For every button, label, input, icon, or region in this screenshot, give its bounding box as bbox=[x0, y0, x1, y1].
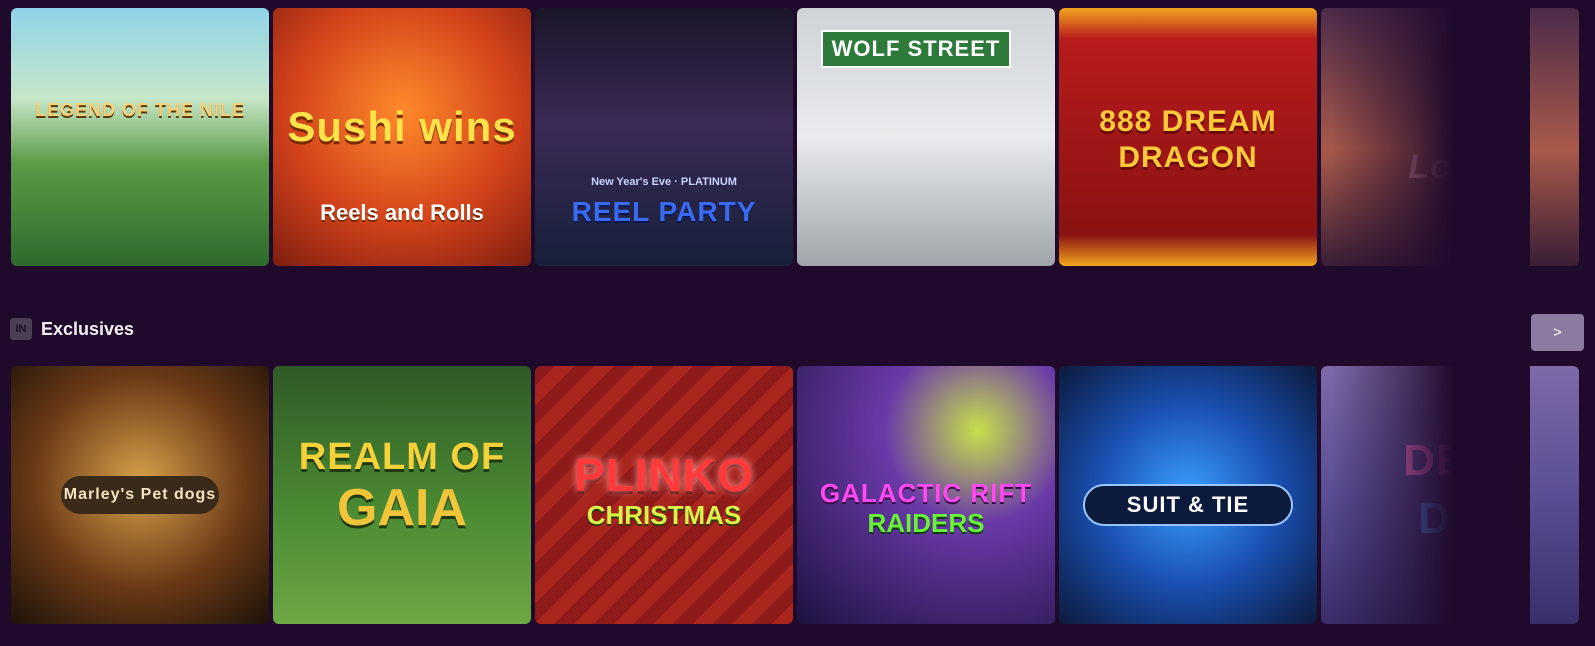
game-tile[interactable]: DEE DA bbox=[1321, 366, 1579, 624]
carousel-prev-button[interactable]: < bbox=[1468, 314, 1521, 351]
game-tile[interactable]: GALACTIC RIFT RAIDERS bbox=[797, 366, 1055, 624]
section-header: IN Exclusives bbox=[10, 318, 134, 340]
game-row-exclusives: Marley's Pet dogs REALM OF GAIA PLINKO C… bbox=[11, 366, 1579, 624]
game-tile[interactable]: Sushi wins Reels and Rolls bbox=[273, 8, 531, 266]
game-subtitle: DA bbox=[1418, 494, 1482, 543]
game-tile[interactable]: Love bbox=[1321, 8, 1579, 266]
game-title: Sushi wins bbox=[287, 103, 517, 150]
game-tile[interactable]: PLINKO CHRISTMAS bbox=[535, 366, 793, 624]
game-tile[interactable]: New Year's Eve · PLATINUM REEL PARTY bbox=[535, 8, 793, 266]
game-row-top: LEGEND OF THE NILE Sushi wins Reels and … bbox=[11, 8, 1579, 266]
game-tile[interactable]: LEGEND OF THE NILE bbox=[11, 8, 269, 266]
game-tile[interactable]: REALM OF GAIA bbox=[273, 366, 531, 624]
game-title: Marley's Pet dogs bbox=[61, 476, 219, 514]
game-tile[interactable]: SUIT & TIE bbox=[1059, 366, 1317, 624]
game-subtitle: GAIA bbox=[337, 479, 467, 537]
game-title: GALACTIC RIFT bbox=[819, 478, 1033, 508]
game-title: REEL PARTY bbox=[571, 196, 757, 227]
game-subtitle: New Year's Eve · PLATINUM bbox=[591, 176, 737, 188]
game-tile[interactable]: WOLF STREET bbox=[797, 8, 1055, 266]
game-title: PLINKO bbox=[574, 449, 754, 501]
game-title: 888 DREAM DRAGON bbox=[1099, 105, 1277, 174]
game-subtitle: CHRISTMAS bbox=[586, 500, 742, 530]
carousel-next-button[interactable]: > bbox=[1531, 314, 1584, 351]
game-title: SUIT & TIE bbox=[1083, 484, 1293, 526]
game-subtitle: Reels and Rolls bbox=[320, 200, 484, 225]
game-title: WOLF STREET bbox=[821, 30, 1011, 68]
game-title: REALM OF bbox=[298, 436, 506, 478]
exclusives-icon: IN bbox=[10, 318, 32, 340]
game-tile[interactable]: 888 DREAM DRAGON bbox=[1059, 8, 1317, 266]
game-title: DEE bbox=[1403, 436, 1497, 485]
game-tile[interactable]: Marley's Pet dogs bbox=[11, 366, 269, 624]
game-title: Love bbox=[1408, 148, 1492, 186]
section-title: Exclusives bbox=[41, 318, 135, 339]
game-subtitle: RAIDERS bbox=[867, 508, 985, 538]
game-title: LEGEND OF THE NILE bbox=[34, 100, 245, 120]
